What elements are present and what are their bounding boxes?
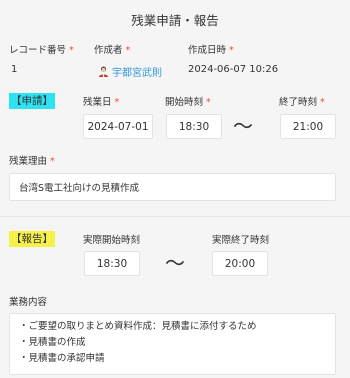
report-tag: 【報告】 bbox=[9, 231, 55, 247]
required-mark: * bbox=[206, 97, 211, 108]
created-at-value: 2024-06-07 10:26 bbox=[188, 64, 279, 75]
creator-label: 作成者 * bbox=[94, 45, 131, 56]
required-mark: * bbox=[69, 45, 74, 56]
created-at-label: 作成日時 * bbox=[188, 45, 234, 56]
range-tilde: 〜 bbox=[233, 114, 253, 138]
record-no-label: レコード番号 * bbox=[9, 45, 74, 56]
reason-field[interactable]: 台湾S電工社向けの見積作成 bbox=[9, 173, 336, 201]
actual-end-field[interactable]: 20:00 bbox=[212, 251, 268, 276]
required-mark: * bbox=[320, 97, 325, 108]
required-mark: * bbox=[229, 45, 234, 56]
required-mark: * bbox=[125, 45, 131, 56]
creator-user-link[interactable]: 宇都宮武則 bbox=[98, 64, 162, 79]
overtime-date-label: 残業日 * bbox=[83, 97, 120, 108]
end-time-field[interactable]: 21:00 bbox=[280, 114, 336, 139]
work-line: ・見積書の承認申請 bbox=[19, 353, 105, 364]
start-time-field[interactable]: 18:30 bbox=[166, 114, 222, 139]
required-mark: * bbox=[114, 97, 120, 108]
required-mark: * bbox=[50, 156, 55, 167]
actual-start-field[interactable]: 18:30 bbox=[84, 251, 140, 276]
reason-label: 残業理由 * bbox=[9, 156, 55, 167]
page-title: 残業申請・報告 bbox=[131, 13, 219, 28]
work-content-label: 業務内容 bbox=[9, 297, 48, 308]
user-avatar-icon bbox=[98, 66, 109, 77]
record-no-value: 1 bbox=[11, 64, 18, 75]
application-tag: 【申請】 bbox=[9, 93, 55, 109]
work-line: ・ご要望の取りまとめ資料作成：見積書に添付するため bbox=[19, 321, 257, 332]
actual-end-label: 実際終了時刻 bbox=[212, 235, 270, 246]
actual-start-label: 実際開始時刻 bbox=[83, 235, 141, 246]
overtime-date-field[interactable]: 2024-07-01 bbox=[83, 114, 153, 139]
work-line: ・見積書の作成 bbox=[19, 337, 86, 348]
end-time-label: 終了時刻 * bbox=[279, 97, 325, 108]
work-content-field[interactable]: ・ご要望の取りまとめ資料作成：見積書に添付するため ・見積書の作成 ・見積書の承… bbox=[9, 313, 336, 375]
range-tilde: 〜 bbox=[165, 251, 185, 275]
start-time-label: 開始時刻 * bbox=[165, 97, 211, 108]
section-divider bbox=[0, 216, 350, 217]
